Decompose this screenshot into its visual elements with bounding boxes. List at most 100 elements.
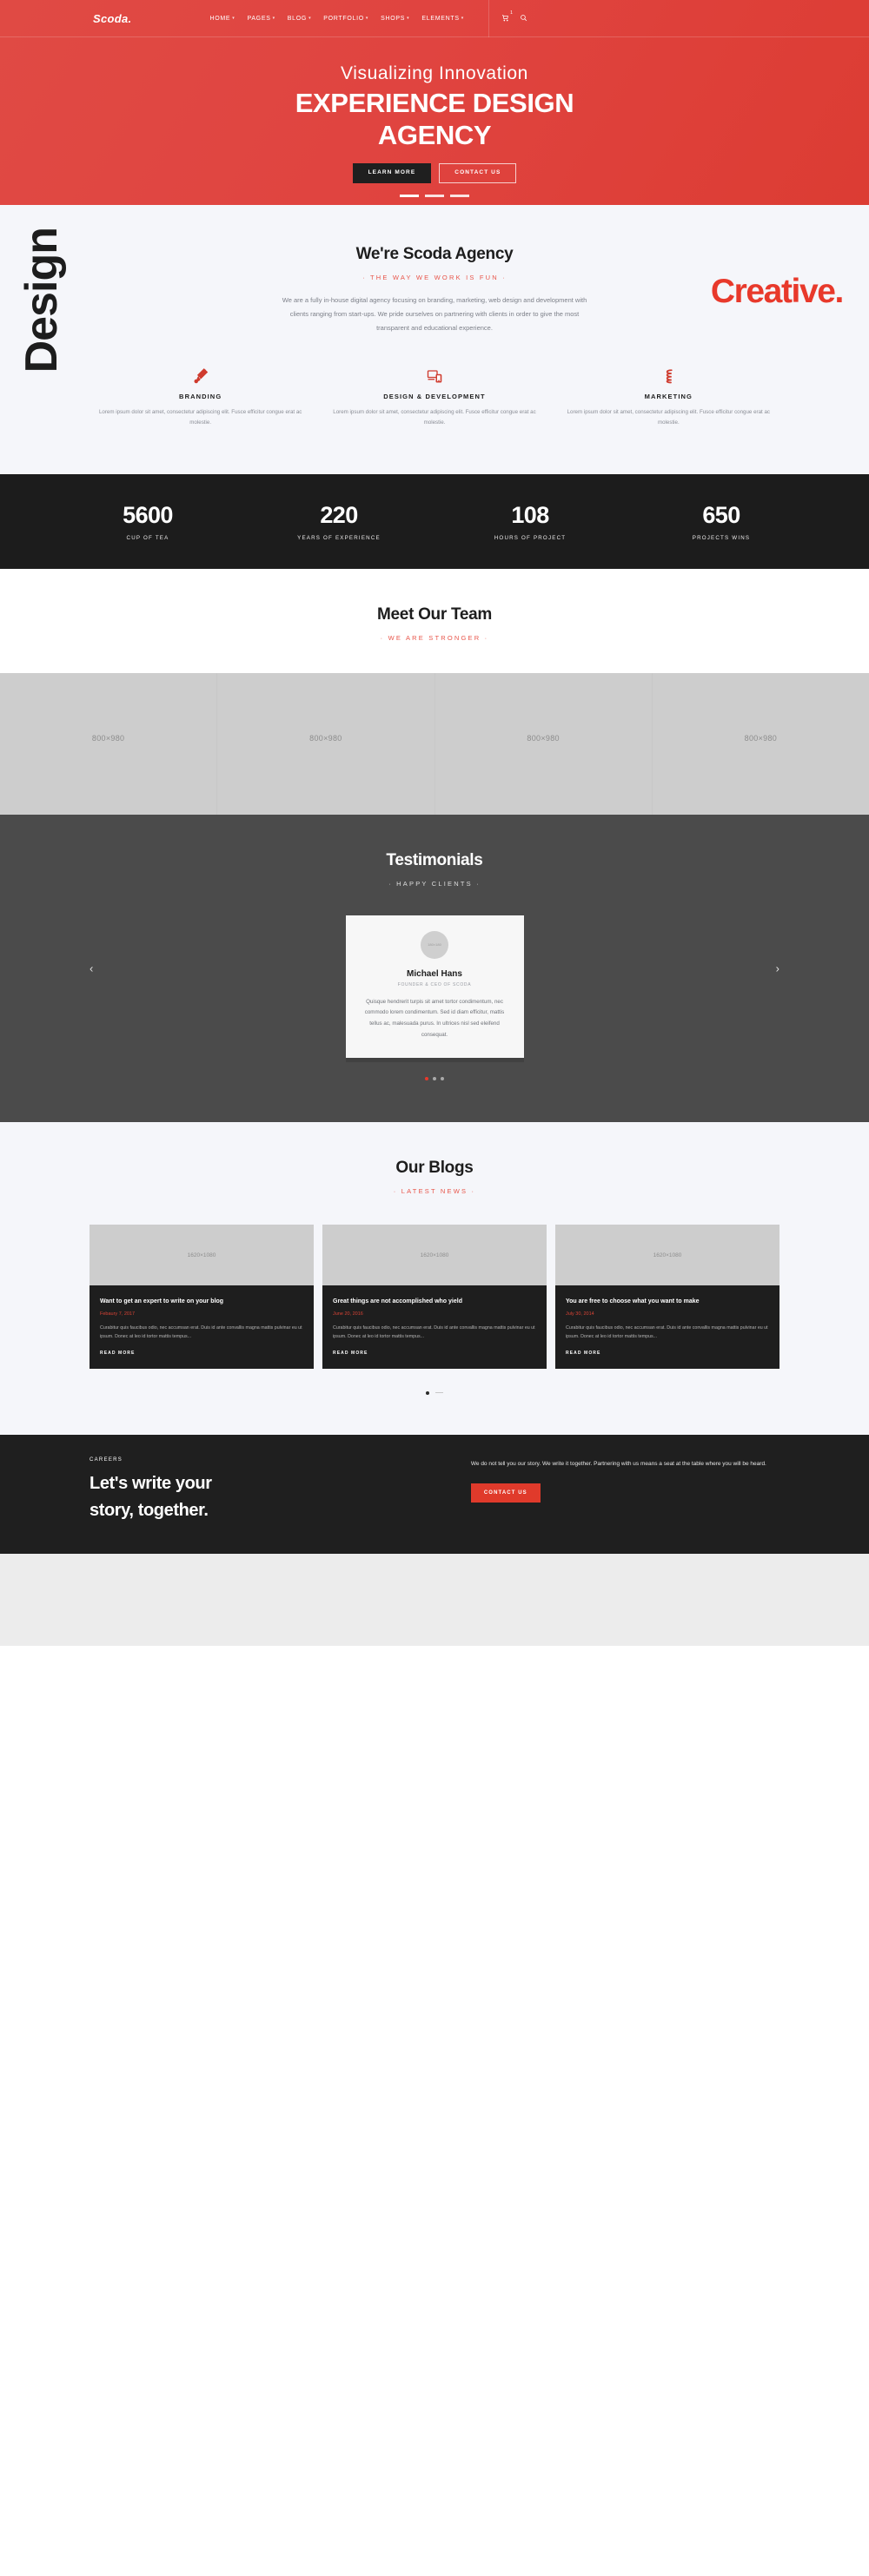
team-grid: 800×980 800×980 800×980 800×980 [0, 672, 869, 815]
about-section: Design Creative. We're Scoda Agency · TH… [0, 205, 869, 474]
nav-item-elements[interactable]: ELEMENTS ▾ [421, 16, 464, 22]
team-member-4[interactable]: 800×980 [652, 672, 869, 815]
cta-text: We do not tell you our story. We write i… [470, 1460, 766, 1467]
service-marketing-title: MARKETING [644, 393, 693, 401]
blog-post-2-read-more[interactable]: READ MORE [333, 1351, 536, 1356]
blog-post-3-read-more[interactable]: READ MORE [566, 1351, 769, 1356]
stats-section: 5600 CUP OF TEA 220 YEARS OF EXPERIENCE … [0, 473, 869, 569]
nav-item-pages[interactable]: PAGES ▾ [247, 16, 275, 22]
search-icon[interactable] [520, 14, 527, 23]
blog-post-2-excerpt: Curabitur quis faucibus odio, nec accums… [333, 1324, 535, 1340]
testimonial-quote: Quisque hendrerit turpis sit amet tortor… [364, 998, 505, 1038]
team-member-1[interactable]: 800×980 [0, 672, 218, 815]
nav-item-shops[interactable]: SHOPS ▾ [381, 16, 409, 22]
blog-post-3[interactable]: 1620×1080 You are free to choose what yo… [555, 1225, 779, 1369]
hero-slide-indicator-2[interactable] [425, 195, 444, 197]
stat-hours-of-project: 108 HOURS OF PROJECT [434, 501, 626, 541]
service-branding-title: BRANDING [179, 393, 222, 401]
stat-hours-of-project-number: 108 [511, 501, 549, 528]
blog-title: Our Blogs [395, 1159, 474, 1178]
nav-item-home-label: HOME [209, 15, 231, 22]
testimonial-indicator-1[interactable] [425, 1077, 428, 1081]
hero-title: EXPERIENCE DESIGN AGENCY [0, 88, 869, 151]
cta-contact-us-button[interactable]: CONTACT US [470, 1483, 541, 1503]
blog-post-3-image: 1620×1080 [555, 1225, 779, 1286]
chevron-down-icon: ▾ [365, 16, 369, 21]
blog-post-1-read-more[interactable]: READ MORE [100, 1351, 303, 1356]
hero-title-line-2: AGENCY [377, 119, 492, 150]
about-content: We're Scoda Agency · THE WAY WE WORK IS … [278, 245, 591, 335]
blog-post-3-date: July 30, 2014 [566, 1311, 594, 1317]
hero-slide-indicator-1[interactable] [400, 195, 419, 197]
testimonial-card: 180×180 Michael Hans FOUNDER & CEO OF SC… [345, 915, 524, 1059]
stat-cup-of-tea: 5600 CUP OF TEA [52, 501, 243, 541]
hero-content: Visualizing Innovation EXPERIENCE DESIGN… [0, 37, 869, 183]
about-title: We're Scoda Agency [355, 245, 514, 263]
blog-post-1[interactable]: 1620×1080 Want to get an expert to write… [90, 1225, 314, 1369]
service-design-development[interactable]: DESIGN & DEVELOPMENT Lorem ipsum dolor s… [317, 365, 551, 428]
blog-post-2-title: Great things are not accomplished who yi… [333, 1298, 462, 1305]
testimonial-author-role: FOUNDER & CEO OF SCODA [397, 981, 472, 987]
chevron-right-icon[interactable]: › [776, 962, 779, 974]
cta-kicker: CAREERS [90, 1456, 123, 1463]
chevron-down-icon: ▾ [407, 16, 410, 21]
blog-grid: 1620×1080 Want to get an expert to write… [0, 1225, 869, 1369]
service-marketing[interactable]: MARKETING Lorem ipsum dolor sit amet, co… [552, 365, 786, 428]
decorative-word-design: Design [17, 228, 67, 373]
hero-slide-indicator-3[interactable] [450, 195, 469, 197]
main-navigation: Scoda. HOME ▾ PAGES ▾ BLOG ▾ PORTFOLIO ▾ [0, 0, 869, 37]
landing-page: Scoda. HOME ▾ PAGES ▾ BLOG ▾ PORTFOLIO ▾ [0, 0, 869, 1646]
team-member-2[interactable]: 800×980 [217, 672, 435, 815]
blog-post-3-title: You are free to choose what you want to … [566, 1298, 700, 1305]
blog-post-3-excerpt: Curabitur quis faucibus odio, nec accums… [566, 1324, 768, 1340]
stat-cup-of-tea-number: 5600 [123, 501, 173, 528]
chevron-down-icon: ▾ [232, 16, 235, 21]
nav-item-shops-label: SHOPS [381, 15, 406, 22]
chevron-left-icon[interactable]: ‹ [90, 962, 93, 974]
blog-post-2-image: 1620×1080 [322, 1225, 547, 1286]
testimonials-section: Testimonials · HAPPY CLIENTS · ‹ › 180×1… [0, 814, 869, 1123]
blog-post-2[interactable]: 1620×1080 Great things are not accomplis… [322, 1225, 547, 1369]
site-logo[interactable]: Scoda. [93, 12, 131, 25]
nav-links: HOME ▾ PAGES ▾ BLOG ▾ PORTFOLIO ▾ SHOPS [209, 16, 463, 22]
blog-kicker: · LATEST NEWS · [393, 1187, 476, 1196]
about-kicker: · THE WAY WE WORK IS FUN · [362, 274, 507, 281]
service-branding[interactable]: BRANDING Lorem ipsum dolor sit amet, con… [83, 365, 317, 428]
team-kicker: · WE ARE STRONGER · [380, 633, 489, 642]
services-list: BRANDING Lorem ipsum dolor sit amet, con… [0, 365, 869, 428]
stat-cup-of-tea-label: CUP OF TEA [126, 534, 169, 541]
avatar: 180×180 [421, 930, 448, 959]
cta-title-line-2: story, together. [90, 1500, 209, 1520]
blog-indicator-1[interactable] [426, 1390, 429, 1395]
team-member-3[interactable]: 800×980 [434, 672, 653, 815]
nav-item-blog-label: BLOG [287, 15, 308, 22]
testimonial-indicator-2[interactable] [433, 1077, 436, 1081]
nav-item-home[interactable]: HOME ▾ [209, 16, 235, 22]
contact-us-button[interactable]: CONTACT US [439, 163, 517, 183]
nav-item-portfolio-label: PORTFOLIO [323, 15, 364, 22]
cart-icon[interactable]: 1 [501, 10, 513, 23]
learn-more-button[interactable]: LEARN MORE [352, 163, 432, 183]
testimonial-indicator-3[interactable] [441, 1077, 444, 1081]
blog-indicator-2[interactable] [435, 1391, 443, 1394]
blog-post-1-date: Febaury 7, 2017 [100, 1311, 136, 1317]
team-title: Meet Our Team [377, 604, 492, 624]
stat-years-of-experience: 220 YEARS OF EXPERIENCE [243, 503, 434, 541]
hero-subtitle: Visualizing Innovation [341, 63, 528, 83]
nav-item-elements-label: ELEMENTS [421, 15, 460, 22]
stat-projects-wins-label: PROJECTS WINS [692, 534, 751, 541]
testimonials-title: Testimonials [386, 850, 483, 869]
nav-item-portfolio[interactable]: PORTFOLIO ▾ [323, 16, 368, 22]
testimonials-kicker: · HAPPY CLIENTS · [388, 879, 481, 888]
nav-item-blog[interactable]: BLOG ▾ [288, 16, 311, 22]
service-design-development-title: DESIGN & DEVELOPMENT [383, 393, 486, 401]
blog-post-2-body: Great things are not accomplished who yi… [322, 1285, 547, 1369]
hero-title-line-1: EXPERIENCE DESIGN [295, 88, 574, 118]
chevron-down-icon: ▾ [308, 16, 312, 21]
blog-post-1-title: Want to get an expert to write on your b… [100, 1298, 224, 1305]
service-design-development-text: Lorem ipsum dolor sit amet, consectetur … [333, 409, 536, 426]
blog-post-2-date: June 20, 2016 [333, 1311, 363, 1317]
stat-projects-wins: 650 PROJECTS WINS [626, 501, 817, 541]
blog-section: Our Blogs · LATEST NEWS · 1620×1080 Want… [0, 1122, 869, 1435]
stat-projects-wins-number: 650 [702, 501, 740, 528]
